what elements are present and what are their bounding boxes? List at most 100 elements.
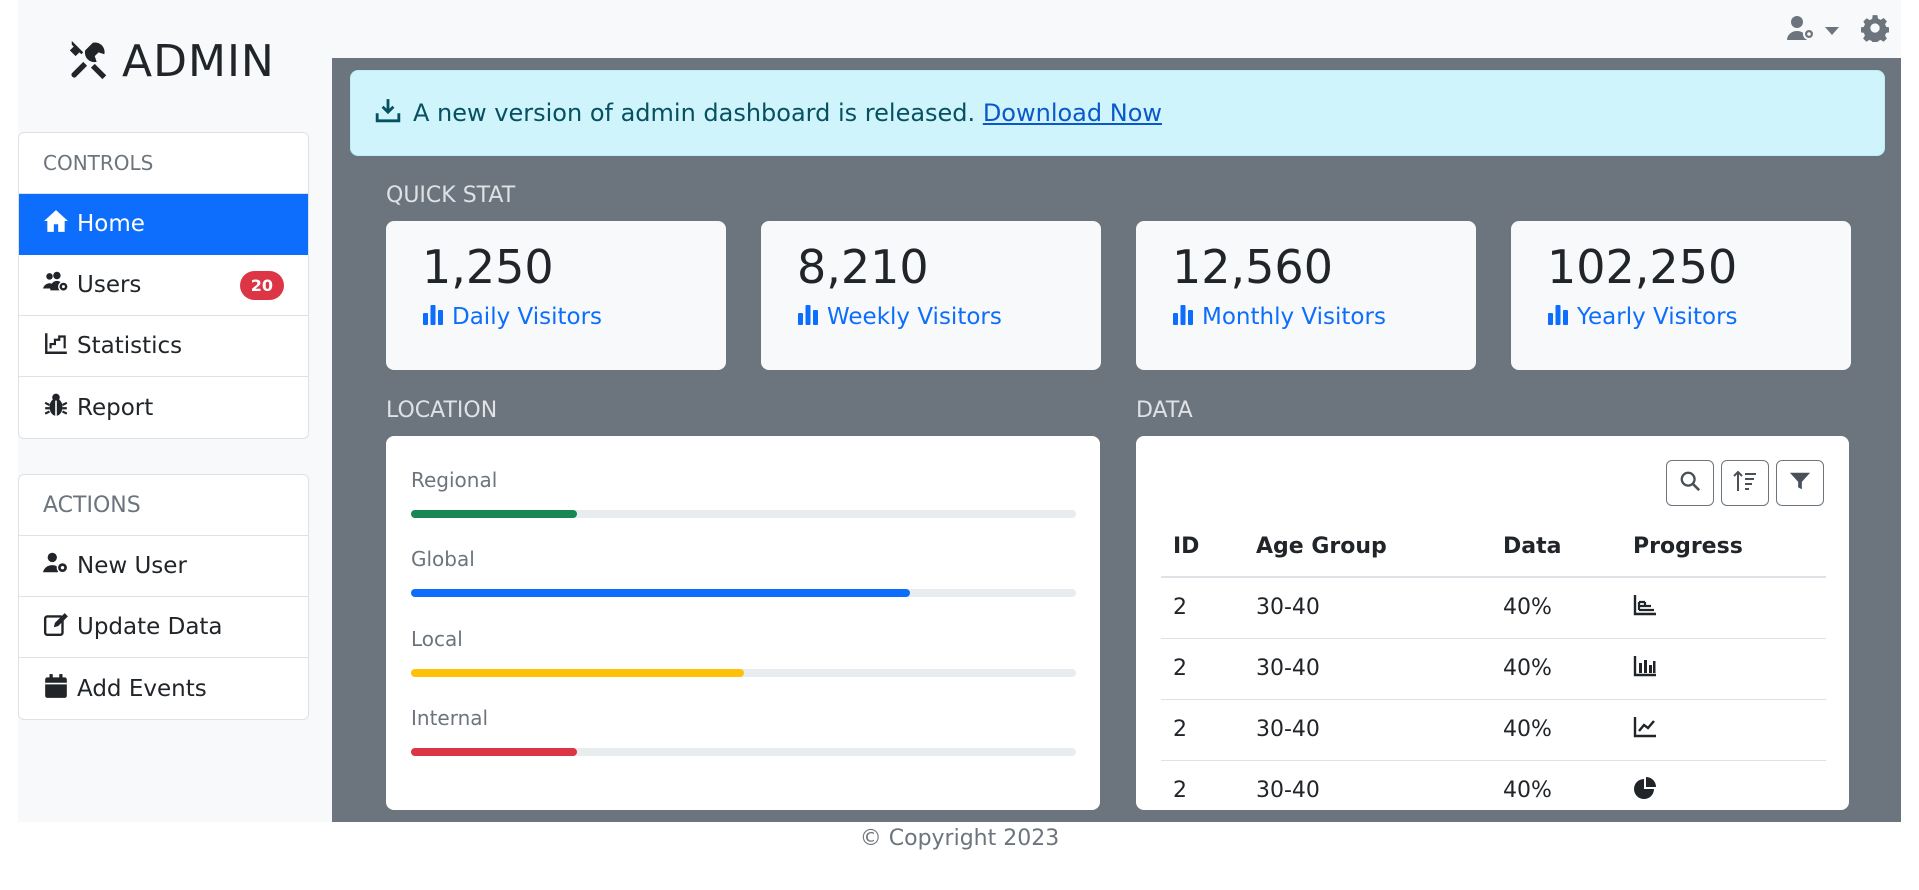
sidebar-item-statistics[interactable]: Statistics <box>19 316 308 377</box>
user-cog-icon <box>43 550 69 582</box>
stat-label: Yearly Visitors <box>1547 303 1815 331</box>
sidebar-item-label: Home <box>77 211 145 237</box>
cell-data: 40% <box>1491 638 1621 700</box>
cell-age-group: 30-40 <box>1256 778 1320 804</box>
data-title: DATA <box>1136 398 1193 423</box>
stat-card-monthly[interactable]: 12,560 Monthly Visitors <box>1136 221 1476 370</box>
action-add-events[interactable]: Add Events <box>19 658 308 719</box>
progress-fill <box>411 589 910 597</box>
users-cog-icon <box>43 269 69 301</box>
download-icon <box>375 97 401 129</box>
cell-age-group: 30-40 <box>1244 699 1491 761</box>
location-label: Regional <box>411 468 498 492</box>
controls-panel: CONTROLS Home Users 20 Statistics Report <box>18 132 309 439</box>
column-header[interactable]: Data <box>1491 516 1621 578</box>
search-icon <box>1679 470 1701 496</box>
brand-name: ADMIN <box>122 36 275 87</box>
cell-id: 2 <box>1161 577 1244 639</box>
stat-value: 1,250 <box>422 240 554 294</box>
stat-label: Monthly Visitors <box>1172 303 1440 331</box>
stat-label: Weekly Visitors <box>797 303 1065 331</box>
filter-button[interactable] <box>1776 460 1824 506</box>
stat-label-text: Yearly Visitors <box>1577 304 1738 330</box>
column-header[interactable]: Age Group <box>1244 516 1491 578</box>
table-row[interactable]: 2 30-40 40% <box>1161 577 1826 639</box>
cell-data: 40% <box>1491 577 1621 639</box>
table-row[interactable]: 2 30-40 40% <box>1161 638 1826 700</box>
alert-message: A new version of admin dashboard is rele… <box>413 99 1162 127</box>
cell-progress <box>1621 760 1826 821</box>
user-menu-button[interactable] <box>1787 15 1839 45</box>
progress-fill <box>411 510 578 518</box>
location-label: Local <box>411 627 463 651</box>
progress-fill <box>411 669 744 677</box>
data-table: ID Age Group Data Progress 2 30-40 40% 2… <box>1161 516 1826 821</box>
location-card: Regional Global Local Internal <box>386 436 1100 810</box>
column-header[interactable]: ID <box>1161 516 1244 578</box>
download-now-link[interactable]: Download Now <box>983 99 1162 127</box>
gear-icon <box>1860 14 1890 46</box>
chart-bar-icon <box>1633 655 1657 683</box>
chart-area-icon <box>1633 594 1657 622</box>
chart-simple-icon <box>797 303 819 331</box>
sort-icon <box>1733 470 1757 496</box>
chart-simple-icon <box>1172 303 1194 331</box>
user-cog-icon <box>1787 15 1817 45</box>
footer-copyright: © Copyright 2023 <box>859 826 1060 851</box>
cell-id: 2 <box>1161 638 1244 700</box>
cell-data: 40% <box>1503 778 1552 804</box>
stat-label-text: Daily Visitors <box>452 304 603 330</box>
stat-value: 12,560 <box>1172 240 1333 294</box>
chart-line-icon <box>1633 716 1657 744</box>
cell-progress <box>1621 577 1826 639</box>
stat-card-yearly[interactable]: 102,250 Yearly Visitors <box>1511 221 1851 370</box>
home-icon <box>43 208 69 240</box>
chart-simple-icon <box>1547 303 1569 331</box>
progress-track <box>411 748 1076 756</box>
chart-area-icon <box>43 330 69 362</box>
sidebar-item-users[interactable]: Users 20 <box>19 255 308 316</box>
stat-value: 8,210 <box>797 240 929 294</box>
caret-down-icon <box>1825 21 1839 40</box>
sidebar-item-label: Statistics <box>77 333 183 359</box>
progress-track <box>411 669 1076 677</box>
filter-icon <box>1789 470 1811 496</box>
table-header-row: ID Age Group Data Progress <box>1161 516 1826 578</box>
edit-icon <box>43 611 69 643</box>
action-new-user[interactable]: New User <box>19 536 308 597</box>
location-row-local: Local <box>411 627 1076 677</box>
progress-fill <box>411 748 578 756</box>
location-row-regional: Regional <box>411 468 1076 518</box>
sidebar-item-label: Report <box>77 394 154 421</box>
actions-panel: ACTIONS New User Update Data Add Events <box>18 474 309 720</box>
location-label: Global <box>411 547 475 571</box>
sidebar-item-label: Users <box>77 272 142 298</box>
cell-progress <box>1621 699 1826 761</box>
controls-heading: CONTROLS <box>19 133 308 194</box>
settings-button[interactable] <box>1860 14 1890 46</box>
cell-id: 2 <box>1161 699 1244 761</box>
alert-text: A new version of admin dashboard is rele… <box>413 99 976 127</box>
chart-simple-icon <box>422 303 444 331</box>
sort-button[interactable] <box>1721 460 1769 506</box>
search-button[interactable] <box>1666 460 1714 506</box>
calendar-icon <box>43 673 69 705</box>
progress-track <box>411 510 1076 518</box>
brand[interactable]: ADMIN <box>66 36 275 87</box>
stat-card-weekly[interactable]: 8,210 Weekly Visitors <box>761 221 1101 370</box>
sidebar-item-home[interactable]: Home <box>19 194 308 255</box>
location-row-global: Global <box>411 547 1076 597</box>
data-card: ID Age Group Data Progress 2 30-40 40% 2… <box>1136 436 1849 810</box>
action-update-data[interactable]: Update Data <box>19 597 308 658</box>
stat-card-daily[interactable]: 1,250 Daily Visitors <box>386 221 726 370</box>
table-row[interactable]: 2 30-40 40% <box>1161 760 1826 821</box>
stat-label-text: Monthly Visitors <box>1202 304 1386 330</box>
action-label: Add Events <box>77 675 207 702</box>
action-label: Update Data <box>77 614 223 640</box>
stat-label: Daily Visitors <box>422 303 690 331</box>
sidebar-item-report[interactable]: Report <box>19 377 308 438</box>
topbar <box>332 0 1901 58</box>
table-row[interactable]: 2 30-40 40% <box>1161 699 1826 761</box>
users-count-badge: 20 <box>239 270 284 300</box>
column-header[interactable]: Progress <box>1621 516 1826 578</box>
